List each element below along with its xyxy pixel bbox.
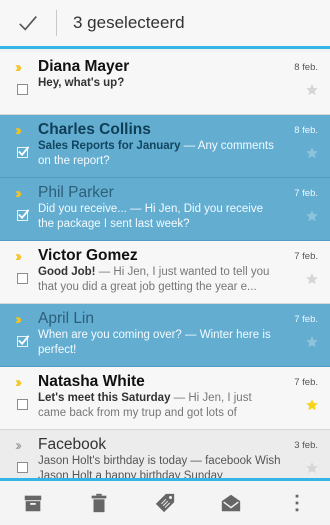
select-checkbox[interactable] <box>17 273 28 284</box>
message-date: 8 feb. <box>294 125 318 136</box>
overflow-menu-icon <box>295 494 299 512</box>
star-icon[interactable] <box>305 272 319 286</box>
sender-name: Charles Collins <box>38 121 151 138</box>
checkmark-icon <box>18 209 30 220</box>
message-snippet: When are you coming over? — Winter here … <box>38 328 281 358</box>
message-row[interactable]: ›› Diana Mayer Hey, what's up? 8 feb. <box>0 52 330 115</box>
message-list: ›› Diana Mayer Hey, what's up? 8 feb. ›› Char… <box>0 52 330 478</box>
message-snippet: Did you receive... — Hi Jen, Did you rec… <box>38 202 281 232</box>
importance-marker-icon: ›› <box>15 185 22 202</box>
select-checkbox[interactable] <box>17 146 30 158</box>
sender-name: Victor Gomez <box>38 247 138 264</box>
message-snippet: Hey, what's up? <box>38 76 281 91</box>
star-icon[interactable] <box>305 83 319 97</box>
message-subject: Good Job! <box>38 266 96 278</box>
mark-read-icon <box>221 494 241 512</box>
message-row[interactable]: ›› Natasha White Let's meet this Saturday … <box>0 367 330 430</box>
select-checkbox[interactable] <box>17 462 28 473</box>
done-button[interactable] <box>0 0 56 46</box>
importance-marker-icon: ›› <box>15 437 22 454</box>
delete-button[interactable] <box>79 483 119 523</box>
importance-marker-icon: ›› <box>15 311 22 328</box>
message-preview: Jason Holt's birthday is today — faceboo… <box>38 455 281 478</box>
archive-icon <box>24 495 42 512</box>
message-row[interactable]: ›› Charles Collins Sales Reports for Janua… <box>0 115 330 178</box>
mark-read-button[interactable] <box>211 483 251 523</box>
message-date: 7 feb. <box>294 314 318 325</box>
message-snippet: Good Job! — Hi Jen, I just wanted to tel… <box>38 265 281 295</box>
overflow-menu-button[interactable] <box>277 483 317 523</box>
sender-name: April Lin <box>38 310 94 327</box>
archive-button[interactable] <box>13 483 53 523</box>
bottom-action-bar <box>0 478 330 525</box>
message-row[interactable]: ›› Phil Parker Did you receive... — Hi Jen… <box>0 178 330 241</box>
message-subject: Sales Reports for January <box>38 140 181 152</box>
message-snippet: Jason Holt's birthday is today — faceboo… <box>38 454 281 478</box>
sender-name: Diana Mayer <box>38 58 130 75</box>
label-icon <box>155 493 175 513</box>
sender-name: Phil Parker <box>38 184 114 201</box>
message-row[interactable]: ›› Facebook Jason Holt's birthday is today… <box>0 430 330 478</box>
message-subject: Did you receive... <box>38 203 127 215</box>
star-icon[interactable] <box>305 209 319 223</box>
importance-marker-icon: ›› <box>15 248 22 265</box>
message-date: 8 feb. <box>294 62 318 73</box>
star-icon[interactable] <box>305 146 319 160</box>
star-icon[interactable] <box>305 398 319 412</box>
select-checkbox[interactable] <box>17 84 28 95</box>
message-row[interactable]: ›› April Lin When are you coming over? — W… <box>0 304 330 367</box>
message-row[interactable]: ›› Victor Gomez Good Job! — Hi Jen, I just… <box>0 241 330 304</box>
message-subject: Let's meet this Saturday <box>38 392 171 404</box>
message-date: 7 feb. <box>294 251 318 262</box>
select-checkbox[interactable] <box>17 209 30 221</box>
importance-marker-icon: ›› <box>15 59 22 76</box>
sender-name: Facebook <box>38 436 107 453</box>
checkmark-icon <box>18 146 30 157</box>
checkmark-icon <box>18 335 30 346</box>
selection-count: 3 geselecteerd <box>73 13 185 32</box>
select-checkbox[interactable] <box>17 335 30 347</box>
checkmark-icon <box>19 16 37 31</box>
star-icon[interactable] <box>305 335 319 349</box>
sender-name: Natasha White <box>38 373 145 390</box>
delete-icon <box>91 493 107 513</box>
star-icon[interactable] <box>305 461 319 475</box>
message-subject: Hey, what's up? <box>38 77 125 89</box>
importance-marker-icon: ›› <box>15 122 22 139</box>
label-button[interactable] <box>145 483 185 523</box>
contextual-action-bar: 3 geselecteerd <box>0 0 330 49</box>
message-date: 7 feb. <box>294 377 318 388</box>
message-subject: When are you coming over? <box>38 329 182 341</box>
message-date: 3 feb. <box>294 440 318 451</box>
message-snippet: Sales Reports for January — Any comments… <box>38 139 281 169</box>
divider <box>56 10 57 36</box>
message-date: 7 feb. <box>294 188 318 199</box>
message-snippet: Let's meet this Saturday — Hi Jen, I jus… <box>38 391 281 421</box>
importance-marker-icon: ›› <box>15 374 22 391</box>
select-checkbox[interactable] <box>17 399 28 410</box>
